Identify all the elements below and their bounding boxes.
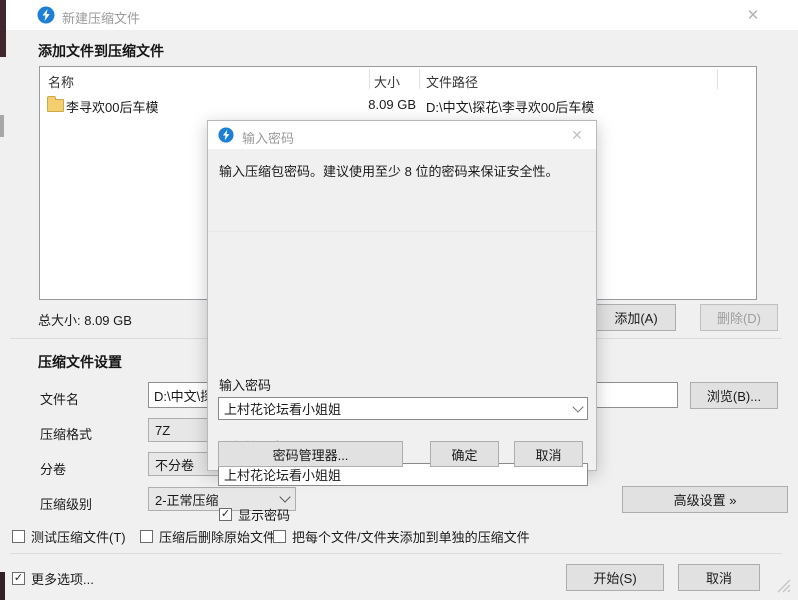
close-icon[interactable]: ✕ bbox=[560, 123, 594, 147]
password-dialog-title: 输入密码 bbox=[242, 128, 294, 147]
filename-label: 文件名 bbox=[40, 389, 79, 408]
checkbox-label: 压缩后删除原始文件 bbox=[159, 527, 276, 546]
screen: 新建压缩文件 ✕ 添加文件到压缩文件 名称 大小 文件路径 李寻欢00后车模 8… bbox=[0, 0, 798, 600]
delete-original-checkbox[interactable]: 压缩后删除原始文件 bbox=[140, 527, 276, 546]
resize-grip[interactable] bbox=[772, 574, 792, 594]
main-titlebar[interactable]: 新建压缩文件 ✕ bbox=[0, 0, 798, 30]
footer-divider bbox=[10, 553, 782, 554]
password-dialog: 输入密码 ✕ 输入压缩包密码。建议使用至少 8 位的密码来保证安全性。 输入密码… bbox=[207, 120, 597, 471]
test-archive-checkbox[interactable]: 测试压缩文件(T) bbox=[12, 527, 126, 546]
password-dialog-titlebar[interactable]: 输入密码 ✕ bbox=[208, 121, 596, 149]
advanced-settings-button[interactable]: 高级设置 » bbox=[622, 486, 788, 513]
add-files-section-title: 添加文件到压缩文件 bbox=[38, 41, 164, 61]
bandizip-app-icon bbox=[37, 6, 55, 24]
check-icon: ✓ bbox=[14, 573, 23, 584]
chevron-down-icon bbox=[572, 401, 583, 412]
checkbox-box: ✓ bbox=[12, 572, 25, 585]
password-input[interactable] bbox=[224, 401, 574, 416]
column-header-path[interactable]: 文件路径 bbox=[426, 72, 478, 91]
dialog-separator bbox=[208, 231, 596, 232]
dialog-cancel-button[interactable]: 取消 bbox=[514, 441, 583, 467]
column-separator[interactable] bbox=[717, 69, 718, 89]
total-size-label: 总大小: 8.09 GB bbox=[38, 310, 132, 329]
volume-value: 不分卷 bbox=[155, 455, 194, 474]
background-window-edge bbox=[0, 115, 4, 137]
column-header-size[interactable]: 大小 bbox=[374, 72, 400, 91]
checkbox-box bbox=[273, 530, 286, 543]
more-options-checkbox[interactable]: ✓ 更多选项... bbox=[12, 569, 94, 588]
column-separator[interactable] bbox=[369, 69, 370, 89]
column-separator[interactable] bbox=[419, 69, 420, 89]
volume-label: 分卷 bbox=[40, 459, 66, 478]
password-manager-button[interactable]: 密码管理器... bbox=[218, 441, 403, 467]
checkbox-box: ✓ bbox=[219, 508, 232, 521]
format-label: 压缩格式 bbox=[40, 424, 92, 443]
ok-button[interactable]: 确定 bbox=[430, 441, 499, 467]
password-label: 输入密码 bbox=[219, 375, 271, 394]
bandizip-app-icon bbox=[218, 127, 234, 143]
level-value: 2-正常压缩 bbox=[155, 490, 219, 509]
password-combobox[interactable] bbox=[218, 397, 588, 420]
file-row-size[interactable]: 8.09 GB bbox=[340, 97, 416, 112]
separate-archives-checkbox[interactable]: 把每个文件/文件夹添加到单独的压缩文件 bbox=[273, 527, 530, 546]
checkbox-box bbox=[140, 530, 153, 543]
column-header-name[interactable]: 名称 bbox=[48, 72, 74, 91]
chevron-down-icon bbox=[279, 491, 290, 502]
close-icon[interactable]: ✕ bbox=[733, 2, 773, 28]
show-password-checkbox[interactable]: ✓ 显示密码 bbox=[219, 505, 290, 524]
checkbox-label: 显示密码 bbox=[238, 505, 290, 524]
background-window-edge bbox=[0, 0, 6, 57]
file-row-name[interactable]: 李寻欢00后车模 bbox=[66, 97, 158, 116]
background-window-edge bbox=[0, 572, 5, 600]
settings-section-title: 压缩文件设置 bbox=[38, 352, 122, 372]
cancel-button[interactable]: 取消 bbox=[678, 564, 760, 591]
checkbox-label: 测试压缩文件(T) bbox=[31, 527, 126, 546]
window-title: 新建压缩文件 bbox=[62, 8, 140, 27]
file-row-path[interactable]: D:\中文\探花\李寻欢00后车模 bbox=[426, 97, 594, 116]
checkbox-label: 更多选项... bbox=[31, 569, 94, 588]
check-icon: ✓ bbox=[221, 509, 230, 520]
browse-button[interactable]: 浏览(B)... bbox=[690, 382, 778, 409]
checkbox-label: 把每个文件/文件夹添加到单独的压缩文件 bbox=[292, 527, 530, 546]
delete-button: 删除(D) bbox=[700, 304, 778, 331]
format-value: 7Z bbox=[155, 423, 170, 438]
checkbox-box bbox=[12, 530, 25, 543]
confirm-password-input[interactable] bbox=[224, 467, 582, 482]
password-description: 输入压缩包密码。建议使用至少 8 位的密码来保证安全性。 bbox=[219, 161, 587, 180]
level-label: 压缩级别 bbox=[40, 494, 92, 513]
folder-icon bbox=[47, 99, 64, 112]
add-button[interactable]: 添加(A) bbox=[596, 304, 676, 331]
start-button[interactable]: 开始(S) bbox=[566, 564, 664, 591]
